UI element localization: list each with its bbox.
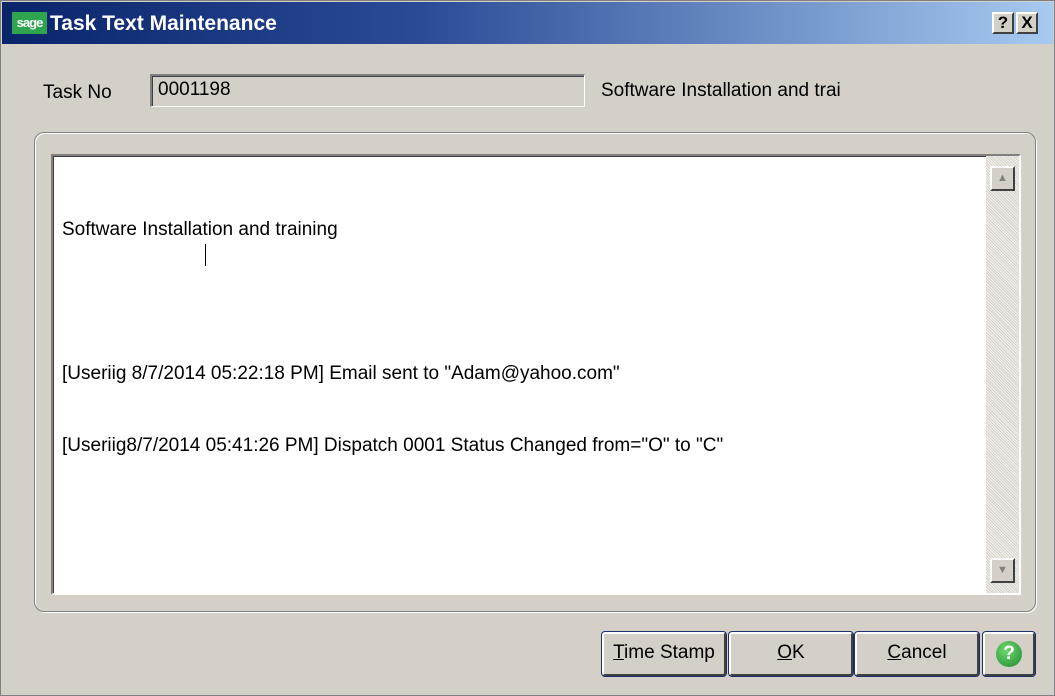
task-no-label: Task No	[43, 82, 112, 103]
cancel-label: ancel	[901, 642, 947, 663]
help-icon: ?	[996, 641, 1022, 667]
time-stamp-label: ime Stamp	[624, 642, 715, 663]
memo-textarea[interactable]: Software Installation and training [User…	[51, 154, 1021, 595]
dialog-window: sage Task Text Maintenance ? X Task No 0…	[0, 0, 1055, 696]
ok-button[interactable]: OK	[728, 631, 854, 677]
time-stamp-mnemonic: T	[613, 642, 625, 663]
task-no-field[interactable]: 0001198	[150, 74, 585, 107]
cancel-button[interactable]: Cancel	[854, 631, 980, 677]
help-button[interactable]: ?	[982, 631, 1036, 677]
task-description: Software Installation and trai	[601, 80, 841, 101]
memo-line	[62, 290, 962, 314]
sage-logo-icon: sage	[12, 12, 47, 34]
memo-line: [Useriig8/7/2014 05:41:26 PM] Dispatch 0…	[62, 435, 724, 456]
title-bar[interactable]: sage Task Text Maintenance ? X	[2, 2, 1053, 44]
memo-line: [Useriig 8/7/2014 05:22:18 PM] Email sen…	[62, 363, 620, 384]
scroll-down-arrow-icon[interactable]: ▼	[990, 558, 1015, 583]
memo-text-content: Software Installation and training [User…	[62, 170, 962, 506]
context-help-button[interactable]: ?	[992, 12, 1014, 34]
text-caret	[205, 244, 206, 266]
cancel-mnemonic: C	[887, 642, 902, 663]
vertical-scrollbar[interactable]: ▲ ▼	[986, 156, 1019, 593]
ok-label: K	[792, 642, 805, 663]
close-button[interactable]: X	[1016, 12, 1038, 34]
scroll-up-arrow-icon[interactable]: ▲	[990, 166, 1015, 191]
time-stamp-button[interactable]: Time Stamp	[601, 631, 727, 677]
window-title: Task Text Maintenance	[50, 12, 277, 35]
memo-line: Software Installation and training	[62, 219, 338, 240]
ok-mnemonic: O	[777, 642, 793, 663]
